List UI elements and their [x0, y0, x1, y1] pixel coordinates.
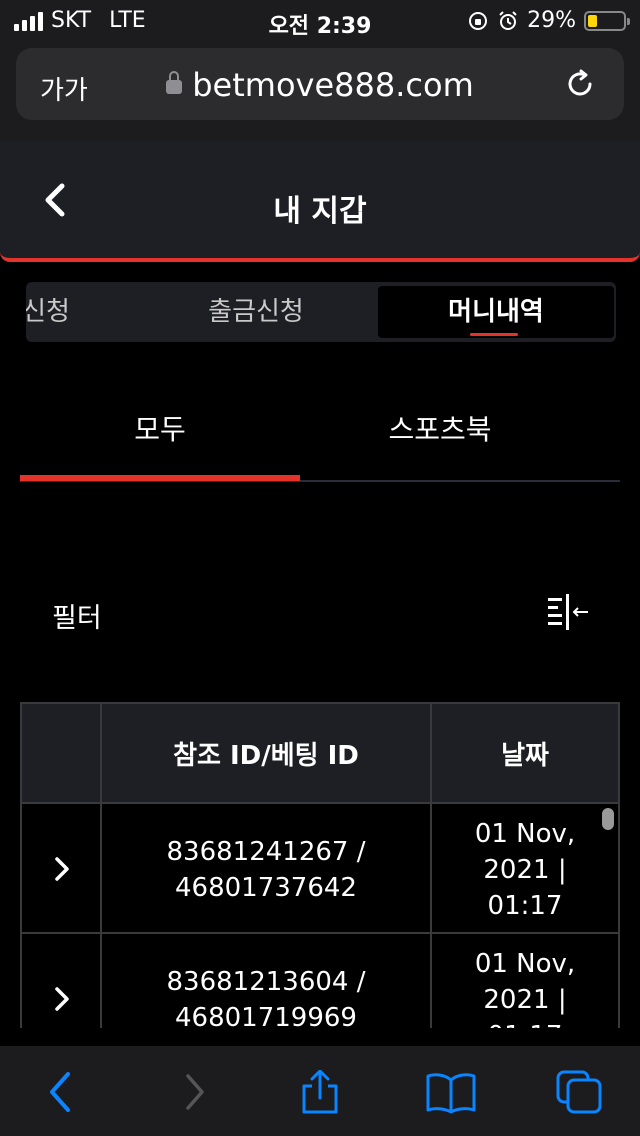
table-cell-ids: 83681241267 / 46801737642 [100, 802, 432, 934]
date-day: 01 Nov, [474, 949, 576, 979]
table-header-date: 날짜 [430, 702, 620, 804]
table-row-expand[interactable] [20, 932, 102, 1028]
filter-toggle-icon[interactable] [548, 594, 590, 630]
table-row-expand[interactable] [20, 802, 102, 934]
date-year: 2021 | [483, 855, 567, 885]
forward-icon[interactable] [172, 1070, 216, 1114]
table-cell-ids: 83681213604 / 46801719969 [100, 932, 432, 1028]
bet-id: 46801737642 [175, 873, 357, 903]
battery-icon [584, 10, 630, 31]
table-cell-date: 01 Nov, 2021 | 01:17 [430, 932, 620, 1028]
battery-percent: 29% [527, 8, 576, 33]
bet-id: 46801719969 [175, 1003, 357, 1028]
status-right: 29% [467, 8, 630, 33]
tabs-icon[interactable] [556, 1070, 604, 1114]
alarm-icon [499, 10, 517, 30]
back-icon[interactable] [40, 1070, 84, 1114]
table-header-expand [20, 702, 102, 804]
filter-label[interactable]: 필터 [52, 596, 102, 635]
tab-money-history-label: 머니내역 [448, 297, 544, 327]
date-time: 01:17 [432, 1018, 618, 1028]
orientation-lock-icon [469, 11, 488, 30]
page-title: 내 지갑 [273, 194, 367, 229]
chevron-right-icon[interactable] [52, 984, 72, 1014]
subtab-all[interactable]: 모두 [20, 408, 300, 448]
table-header-ref-id: 참조 ID/베팅 ID [100, 702, 432, 804]
subtab-active-indicator [20, 475, 300, 481]
date-day: 01 Nov, [474, 819, 576, 849]
lock-icon [166, 71, 183, 94]
browser-address-area: 가가 betmove888.com [0, 40, 640, 142]
date-time: 01:17 [487, 891, 563, 921]
subtab-sportsbook[interactable]: 스포츠북 [300, 408, 580, 448]
reload-icon[interactable] [564, 68, 596, 100]
url-text: betmove888.com [192, 66, 474, 104]
tab-deposit-request[interactable]: 신청 [26, 282, 106, 342]
wallet-tabs: 신청 출금신청 머니내역 [26, 282, 616, 342]
bookmarks-icon[interactable] [426, 1070, 476, 1114]
history-table[interactable]: 참조 ID/베팅 ID 날짜 83681241267 / 46801737642… [20, 702, 620, 1028]
status-bar: SKT LTE 오전 2:39 29% [0, 0, 640, 40]
ref-id: 83681213604 / [166, 967, 366, 997]
tab-money-history[interactable]: 머니내역 [378, 286, 614, 338]
chevron-right-icon[interactable] [52, 854, 72, 884]
active-tab-underline [470, 333, 518, 336]
browser-toolbar [0, 1046, 640, 1136]
address-bar[interactable]: 가가 betmove888.com [16, 48, 624, 120]
table-cell-date: 01 Nov, 2021 | 01:17 [430, 802, 620, 934]
url-display[interactable]: betmove888.com [16, 66, 624, 104]
table-scrollbar[interactable] [602, 808, 614, 830]
share-icon[interactable] [298, 1070, 342, 1114]
date-year: 2021 | [483, 985, 567, 1015]
ref-id: 83681241267 / [166, 837, 366, 867]
tab-withdraw-request[interactable]: 출금신청 [176, 282, 336, 342]
page-header: 내 지갑 [0, 142, 640, 262]
